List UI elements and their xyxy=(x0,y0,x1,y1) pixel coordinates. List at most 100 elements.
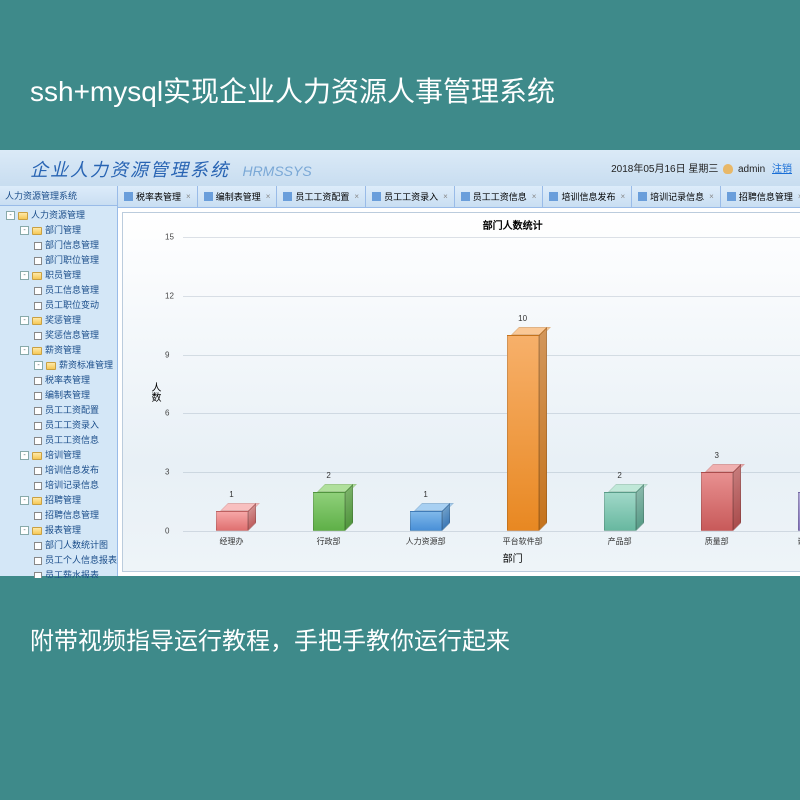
expand-icon[interactable]: - xyxy=(20,316,29,325)
tree-node[interactable]: 培训信息发布 xyxy=(0,463,117,478)
expand-icon[interactable]: - xyxy=(6,211,15,220)
folder-open-icon xyxy=(32,272,42,280)
bar xyxy=(604,484,636,531)
tree-node[interactable]: 部门职位管理 xyxy=(0,253,117,268)
tree-label: 人力资源管理 xyxy=(31,209,85,222)
expand-icon[interactable]: - xyxy=(20,346,29,355)
tree-node[interactable]: - 报表管理 xyxy=(0,523,117,538)
leaf-icon xyxy=(34,377,42,385)
bar-slot: 2产品部 xyxy=(571,237,668,531)
chart-area: 部门人数统计 人数 部门 03691215 1经理办2行政部1人力资源部10平台… xyxy=(122,212,800,572)
expand-icon[interactable]: - xyxy=(20,526,29,535)
tree-node[interactable]: 员工工资信息 xyxy=(0,433,117,448)
close-icon[interactable]: × xyxy=(186,192,191,201)
tree-label: 培训信息发布 xyxy=(45,464,99,477)
tab-label: 编制表管理 xyxy=(216,190,261,203)
tab[interactable]: 编制表管理 × xyxy=(198,186,278,207)
tab-label: 税率表管理 xyxy=(136,190,181,203)
close-icon[interactable]: × xyxy=(620,192,625,201)
tab-label: 培训信息发布 xyxy=(561,190,615,203)
tree-node[interactable]: -薪资标准管理 xyxy=(0,358,117,373)
tree-node[interactable]: 员工个人信息报表 xyxy=(0,553,117,568)
tree-node[interactable]: 员工薪水报表 xyxy=(0,568,117,578)
tree-node[interactable]: -培训管理 xyxy=(0,448,117,463)
tab-icon xyxy=(124,192,133,201)
tree-label: 奖惩信息管理 xyxy=(45,329,99,342)
x-tick: 经理办 xyxy=(220,536,244,547)
bars-container: 1经理办2行政部1人力资源部10平台软件部2产品部3质量部2嵌入式部 xyxy=(183,237,800,531)
sidebar: 人力资源管理系统 -人力资源管理-部门管理部门信息管理部门职位管理-职员管理员工… xyxy=(0,186,118,576)
tree-node[interactable]: 税率表管理 xyxy=(0,373,117,388)
expand-icon[interactable]: - xyxy=(20,496,29,505)
tree-node[interactable]: 招聘信息管理 xyxy=(0,508,117,523)
tree-node[interactable]: 员工信息管理 xyxy=(0,283,117,298)
close-icon[interactable]: × xyxy=(354,192,359,201)
tree-node[interactable]: 部门人数统计图 xyxy=(0,538,117,553)
folder-open-icon xyxy=(32,227,42,235)
tree-node[interactable]: 部门信息管理 xyxy=(0,238,117,253)
close-icon[interactable]: × xyxy=(532,192,537,201)
leaf-icon xyxy=(34,482,42,490)
leaf-icon xyxy=(34,242,42,250)
tab-label: 员工工资信息 xyxy=(473,190,527,203)
x-tick: 行政部 xyxy=(317,536,341,547)
tree-node[interactable]: -薪资管理 xyxy=(0,343,117,358)
x-tick: 质量部 xyxy=(705,536,729,547)
folder-open-icon xyxy=(32,452,42,460)
leaf-icon xyxy=(34,257,42,265)
user-icon xyxy=(723,164,733,174)
tab[interactable]: 培训信息发布 × xyxy=(543,186,632,207)
close-icon[interactable]: × xyxy=(266,192,271,201)
y-tick: 15 xyxy=(165,233,174,242)
app-subtitle: HRMSSYS xyxy=(242,163,311,179)
close-icon[interactable]: × xyxy=(709,192,714,201)
close-icon[interactable]: × xyxy=(443,192,448,201)
y-tick: 9 xyxy=(165,350,169,359)
tree-node[interactable]: 编制表管理 xyxy=(0,388,117,403)
tree-label: 培训记录信息 xyxy=(45,479,99,492)
bar-slot: 2嵌入式部 xyxy=(765,237,800,531)
tree-node[interactable]: - 人力资源管理 xyxy=(0,208,117,223)
y-tick: 0 xyxy=(165,527,169,536)
tab[interactable]: 培训记录信息× xyxy=(632,186,721,207)
tab[interactable]: 员工工资信息 × xyxy=(455,186,544,207)
logout-link[interactable]: 注销 xyxy=(772,164,792,175)
tree-node[interactable]: 员工工资录入 xyxy=(0,418,117,433)
leaf-icon xyxy=(34,422,42,430)
expand-icon[interactable]: - xyxy=(20,451,29,460)
tab-icon xyxy=(204,192,213,201)
tab[interactable]: 员工工资录入× xyxy=(366,186,455,207)
expand-icon[interactable]: - xyxy=(34,361,43,370)
bar xyxy=(216,503,248,531)
tab[interactable]: 税率表管理 × xyxy=(118,186,198,207)
tree-node[interactable]: 培训记录信息 xyxy=(0,478,117,493)
bar-value-label: 2 xyxy=(617,471,621,480)
leaf-icon xyxy=(34,467,42,475)
header-date: 2018年05月16日 星期三 xyxy=(611,164,718,175)
tab[interactable]: 招聘信息管理× xyxy=(721,186,800,207)
chart-title: 部门人数统计 xyxy=(123,213,800,236)
expand-icon[interactable]: - xyxy=(20,226,29,235)
tab-icon xyxy=(638,192,647,201)
tab-icon xyxy=(549,192,558,201)
tree-label: 员工职位变动 xyxy=(45,299,99,312)
bar-value-label: 10 xyxy=(518,314,527,323)
folder-open-icon xyxy=(46,362,56,370)
tree-node[interactable]: -部门管理 xyxy=(0,223,117,238)
tree-node[interactable]: -招聘管理 xyxy=(0,493,117,508)
tree-node[interactable]: 员工职位变动 xyxy=(0,298,117,313)
tree-label: 税率表管理 xyxy=(45,374,90,387)
tree-node[interactable]: 奖惩信息管理 xyxy=(0,328,117,343)
bar-slot: 3质量部 xyxy=(668,237,765,531)
tree-node[interactable]: -职员管理 xyxy=(0,268,117,283)
tree-node[interactable]: -奖惩管理 xyxy=(0,313,117,328)
tab[interactable]: 员工工资配置× xyxy=(277,186,366,207)
app-window: 企业人力资源管理系统 HRMSSYS 2018年05月16日 星期三 admin… xyxy=(0,150,800,576)
x-tick: 人力资源部 xyxy=(406,536,446,547)
tree-node[interactable]: 员工工资配置 xyxy=(0,403,117,418)
tree-label: 报表管理 xyxy=(45,524,81,537)
bar xyxy=(410,503,442,531)
folder-open-icon xyxy=(32,347,42,355)
expand-icon[interactable]: - xyxy=(20,271,29,280)
folder-open-icon xyxy=(32,527,42,535)
